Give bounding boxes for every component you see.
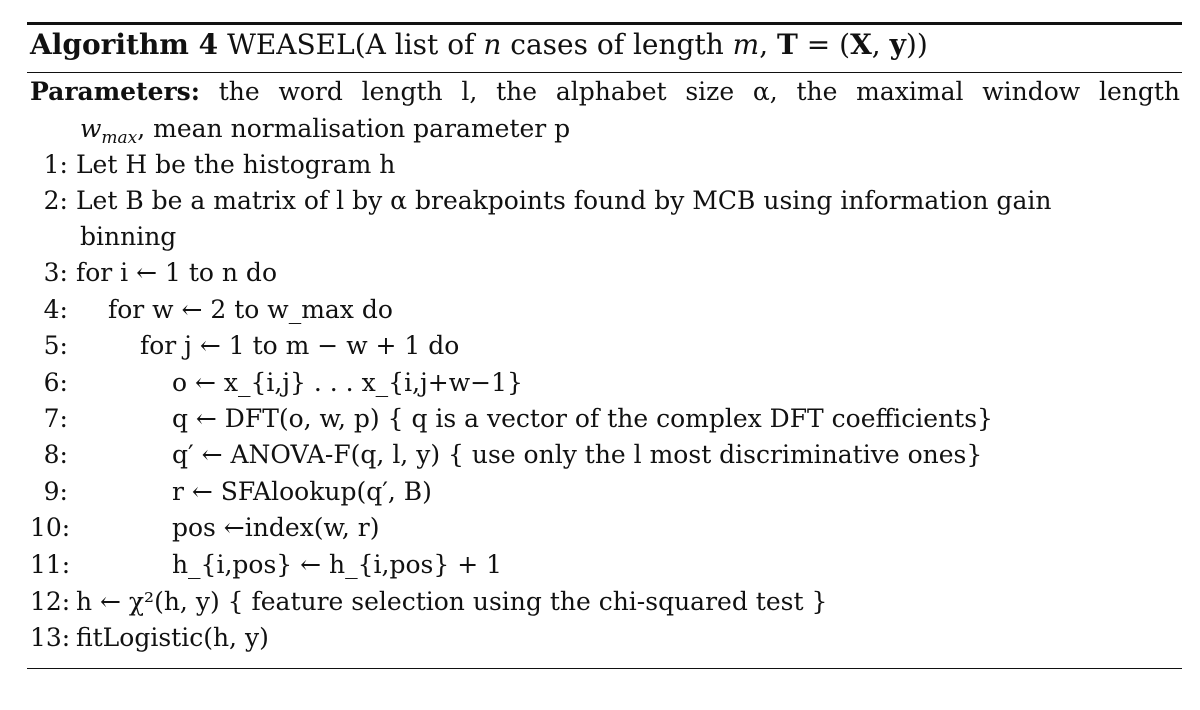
param-wmax-sub: max [101, 128, 138, 148]
parameters-line-1: Parameters: the word length l, the alpha… [30, 77, 1180, 107]
parameters-line-2: wmax, mean normalisation parameter p [80, 114, 571, 147]
step-number: 3: [43, 258, 68, 287]
step-text: Let B be a matrix of l by α breakpoints … [75, 186, 1052, 215]
step-text: q′ ← ANOVA-F(q, l, y) { use only the l m… [171, 440, 983, 469]
step-number: 1: [43, 150, 68, 179]
step-3: 3: for i ← 1 to n do [30, 258, 277, 288]
step-11: 11: h_{i,pos} ← h_{i,pos} + 1 [30, 550, 502, 580]
step-text: h_{i,pos} ← h_{i,pos} + 1 [171, 550, 503, 579]
step-6: 6: o ← x_{i,j} . . . x_{i,j+w−1} [30, 368, 523, 398]
step-13: 13: fitLogistic(h, y) [30, 623, 269, 653]
step-text: for i ← 1 to n do [75, 258, 277, 287]
middle-rule [27, 72, 1182, 73]
algorithm-name: WEASEL [227, 28, 355, 61]
signature-mid: cases of length [501, 28, 733, 61]
top-rule [27, 22, 1182, 25]
step-number: 2: [43, 186, 68, 215]
step-text: binning [80, 222, 177, 251]
step-text: h ← χ²(h, y) { feature selection using t… [75, 587, 828, 616]
step-number: 13: [30, 623, 71, 652]
parameters-text-1: the word length l, the alphabet size α, … [218, 77, 1180, 106]
step-number: 9: [43, 477, 68, 506]
step-5: 5: for j ← 1 to m − w + 1 do [30, 331, 460, 361]
algorithm-title: Algorithm 4 WEASEL(A list of n cases of … [30, 28, 928, 61]
signature-X: X [850, 28, 872, 61]
step-10: 10: pos ←index(w, r) [30, 513, 380, 543]
step-number: 10: [30, 513, 71, 542]
step-text: pos ←index(w, r) [171, 513, 380, 542]
signature-y: y [889, 28, 906, 61]
step-1: 1: Let H be the histogram h [30, 150, 396, 180]
step-number: 6: [43, 368, 68, 397]
step-text: fitLogistic(h, y) [75, 623, 269, 652]
step-text: for w ← 2 to w_max do [107, 295, 393, 324]
step-4: 4: for w ← 2 to w_max do [30, 295, 393, 325]
step-text: for j ← 1 to m − w + 1 do [139, 331, 460, 360]
param-wmax-var: w [80, 114, 102, 143]
step-number: 5: [43, 331, 68, 360]
signature-m: m [732, 28, 760, 61]
step-number: 7: [43, 404, 68, 433]
signature-eq: = ( [797, 28, 851, 61]
step-12: 12: h ← χ²(h, y) { feature selection usi… [30, 587, 827, 617]
algorithm-label: Algorithm 4 [30, 28, 219, 61]
step-number: 11: [30, 550, 71, 579]
step-7: 7: q ← DFT(o, w, p) { q is a vector of t… [30, 404, 993, 434]
signature-end: )) [905, 28, 928, 61]
signature-sep: , [871, 28, 890, 61]
signature-n: n [483, 28, 502, 61]
step-text: o ← x_{i,j} . . . x_{i,j+w−1} [171, 368, 523, 397]
parameters-text-2: , mean normalisation parameter p [137, 114, 571, 143]
signature-prefix: (A list of [354, 28, 484, 61]
step-number: 4: [43, 295, 68, 324]
step-9: 9: r ← SFAlookup(q′, B) [30, 477, 432, 507]
step-8: 8: q′ ← ANOVA-F(q, l, y) { use only the … [30, 440, 983, 470]
step-number: 12: [30, 587, 71, 616]
signature-T: T [777, 28, 798, 61]
step-text: q ← DFT(o, w, p) { q is a vector of the … [171, 404, 993, 433]
step-text: Let H be the histogram h [75, 150, 396, 179]
parameters-label: Parameters: [30, 77, 200, 106]
step-2: 2: Let B be a matrix of l by α breakpoin… [30, 186, 1052, 216]
step-number: 8: [43, 440, 68, 469]
bottom-rule [27, 668, 1182, 669]
step-2-continuation: binning [80, 222, 176, 252]
signature-comma: , [759, 28, 778, 61]
step-text: r ← SFAlookup(q′, B) [171, 477, 432, 506]
